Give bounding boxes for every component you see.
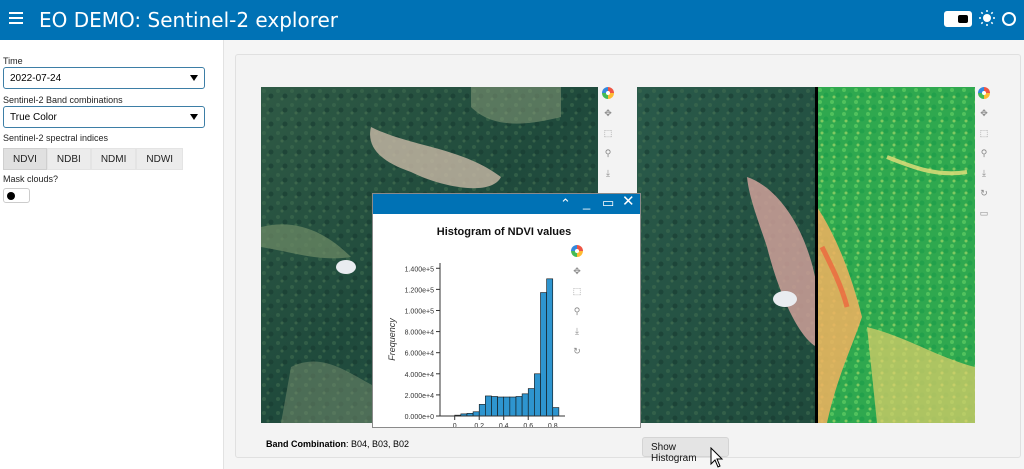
- close-icon[interactable]: ✕: [622, 194, 635, 209]
- y-tick-label: 4.000e+4: [405, 372, 434, 379]
- mouse-cursor-icon: [710, 447, 724, 468]
- x-tick-label: 0.4: [499, 423, 509, 427]
- histogram-bar: [472, 411, 480, 417]
- reset-icon[interactable]: ↻: [978, 187, 990, 199]
- wheel-zoom-icon[interactable]: ⚲: [571, 305, 583, 317]
- band-combination-text: Band Combination: B04, B03, B02: [266, 439, 409, 449]
- pan-icon[interactable]: ✥: [602, 107, 614, 119]
- y-tick-label: 8.000e+4: [405, 330, 434, 337]
- sidebar: Time 2022-07-24 Sentinel-2 Band combinat…: [0, 40, 224, 469]
- mask-clouds-toggle[interactable]: [3, 188, 30, 203]
- caret-down-icon: [190, 75, 198, 81]
- band-select[interactable]: True Color: [3, 106, 205, 128]
- left-map-toolbar: ✥ ⬚ ⚲ ⤓: [600, 87, 616, 187]
- y-tick-label: 2.000e+4: [405, 393, 434, 400]
- histogram-bar: [534, 373, 541, 417]
- x-tick-label: 0: [453, 423, 457, 427]
- theme-toggle[interactable]: [944, 11, 972, 27]
- histogram-bar: [478, 404, 486, 417]
- histogram-bar: [485, 395, 492, 417]
- download-icon[interactable]: ⤓: [602, 167, 614, 179]
- histogram-bar: [540, 292, 547, 417]
- box-zoom-icon[interactable]: ⬚: [571, 285, 583, 297]
- bokeh-logo-icon[interactable]: [978, 87, 990, 99]
- circle-icon[interactable]: [1002, 12, 1016, 26]
- time-select-value: 2022-07-24: [10, 73, 62, 84]
- histogram-bar: [552, 407, 560, 417]
- histogram-toolbar: ✥ ⬚ ⚲ ⤓ ↻: [569, 245, 585, 365]
- box-zoom-icon[interactable]: ⬚: [602, 127, 614, 139]
- main-area: ✥ ⬚ ⚲ ⤓ ✥ ⬚ ⚲ ⤓ ↻ ▭ Band Combination: B0…: [224, 40, 1024, 469]
- bokeh-logo-icon[interactable]: [571, 245, 583, 257]
- band-select-value: True Color: [10, 112, 57, 123]
- pan-icon[interactable]: ✥: [978, 107, 990, 119]
- y-tick-label: 0.000e+0: [405, 414, 434, 421]
- index-button-ndvi[interactable]: NDVI: [3, 148, 47, 170]
- histogram-bar: [503, 396, 511, 417]
- histogram-bar: [515, 396, 523, 417]
- band-label: Sentinel-2 Band combinations: [3, 95, 123, 105]
- caret-down-icon: [190, 114, 198, 120]
- histogram-bar: [546, 278, 554, 417]
- y-tick-label: 1.000e+5: [405, 308, 434, 315]
- app-header: EO DEMO: Sentinel-2 explorer: [0, 0, 1024, 40]
- maximize-icon[interactable]: ▭: [602, 196, 614, 210]
- index-button-ndbi[interactable]: NDBI: [46, 148, 91, 170]
- hover-icon[interactable]: ▭: [978, 207, 990, 219]
- wheel-zoom-icon[interactable]: ⚲: [602, 147, 614, 159]
- histogram-bar: [491, 396, 498, 417]
- y-tick-label: 1.400e+5: [405, 266, 434, 273]
- sun-icon[interactable]: [979, 10, 995, 26]
- histogram-chart: 0.000e+0 2.000e+4 4.000e+4 6.000e+4 8.000e+4…: [387, 263, 565, 427]
- histogram-bar: [497, 396, 505, 417]
- restore-icon[interactable]: _: [583, 196, 590, 210]
- y-axis-label: Frequency: [387, 318, 397, 361]
- histogram-bar: [509, 396, 517, 417]
- popup-titlebar[interactable]: ⌃ _ ▭ ✕: [373, 194, 640, 214]
- pan-icon[interactable]: ✥: [571, 265, 583, 277]
- time-label: Time: [3, 56, 23, 66]
- histogram-popup: ⌃ _ ▭ ✕ Histogram of NDVI values 0.000e+…: [372, 193, 641, 428]
- histogram-bar: [521, 393, 529, 417]
- x-tick-label: 0.2: [474, 423, 484, 427]
- indices-label: Sentinel-2 spectral indices: [3, 133, 109, 143]
- right-map-toolbar: ✥ ⬚ ⚲ ⤓ ↻ ▭: [976, 87, 992, 227]
- histogram-bar: [527, 388, 535, 417]
- download-icon[interactable]: ⤓: [571, 325, 583, 337]
- app-title: EO DEMO: Sentinel-2 explorer: [39, 8, 339, 32]
- y-tick-label: 6.000e+4: [405, 351, 434, 358]
- split-map[interactable]: [637, 87, 975, 423]
- menu-icon[interactable]: [9, 12, 23, 24]
- index-button-ndmi[interactable]: NDMI: [90, 148, 137, 170]
- wheel-zoom-icon[interactable]: ⚲: [978, 147, 990, 159]
- x-tick-label: 0.6: [523, 423, 533, 427]
- time-select[interactable]: 2022-07-24: [3, 67, 205, 89]
- bokeh-logo-icon[interactable]: [602, 87, 614, 99]
- band-combination-value: : B04, B03, B02: [346, 439, 410, 449]
- indices-button-group: NDVI NDBI NDMI NDWI: [3, 148, 184, 170]
- box-zoom-icon[interactable]: ⬚: [978, 127, 990, 139]
- map-card: ✥ ⬚ ⚲ ⤓ ✥ ⬚ ⚲ ⤓ ↻ ▭ Band Combination: B0…: [235, 54, 1021, 468]
- y-tick-label: 1.200e+5: [405, 287, 434, 294]
- reset-icon[interactable]: ↻: [571, 345, 583, 357]
- minimize-icon[interactable]: ⌃: [560, 197, 571, 211]
- band-combination-label: Band Combination: [266, 439, 346, 449]
- index-button-ndwi[interactable]: NDWI: [136, 148, 184, 170]
- download-icon[interactable]: ⤓: [978, 167, 990, 179]
- x-tick-label: 0.8: [548, 423, 558, 427]
- mask-label: Mask clouds?: [3, 174, 59, 184]
